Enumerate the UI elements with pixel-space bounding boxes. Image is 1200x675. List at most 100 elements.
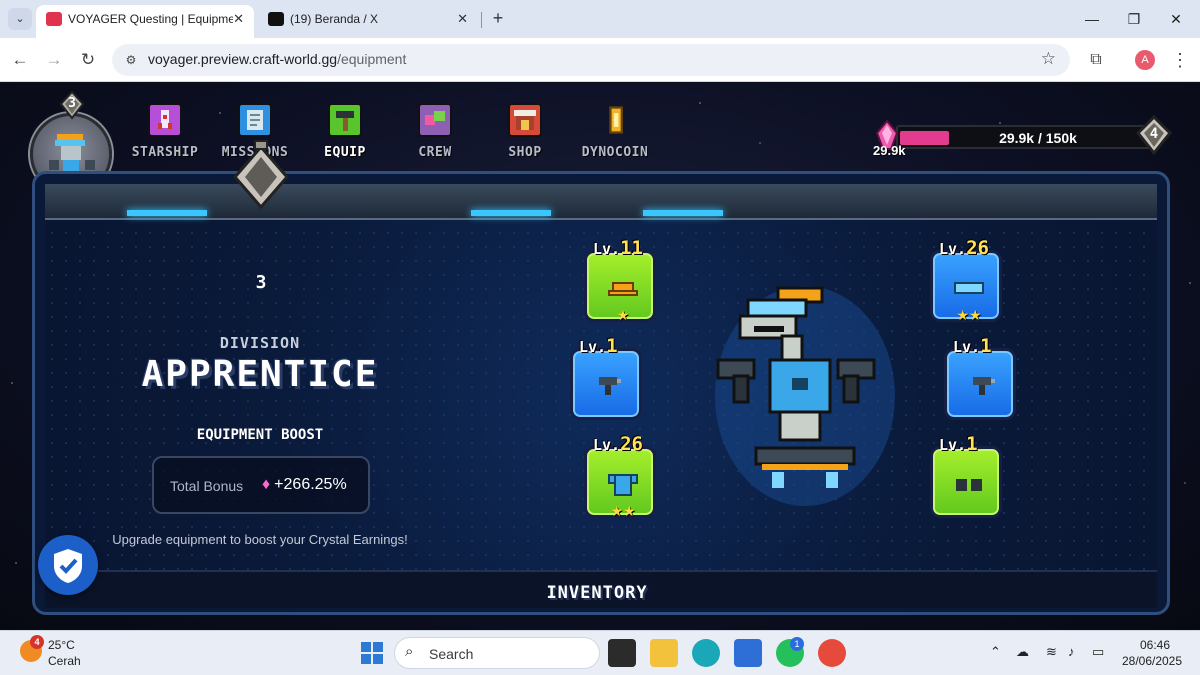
equip-slot-goggles[interactable]: Lv.26 ★★ — [930, 237, 1002, 323]
minimize-button[interactable]: — — [1072, 6, 1112, 32]
battery-icon[interactable]: ▭ — [1092, 644, 1104, 660]
drill-icon — [599, 377, 621, 395]
rarity-stars: ★ — [616, 307, 630, 323]
crystal-count: 29.9k — [873, 143, 906, 158]
nav-label: CREW — [418, 145, 452, 160]
file-explorer-icon[interactable] — [650, 639, 678, 667]
temperature: 25°C — [48, 638, 75, 652]
shirt-icon — [608, 474, 638, 496]
panel-top-rail — [45, 184, 1157, 220]
division-level: 3 — [255, 272, 267, 293]
next-level-number: 4 — [1149, 126, 1159, 142]
rail-light — [127, 210, 207, 216]
browser-tab-bar: ⌄ VOYAGER Questing | Equipment ✕ (19) Be… — [0, 0, 1200, 38]
nav-dynocoin[interactable]: DYNOCOIN — [573, 103, 657, 163]
url-text: voyager.preview.craft-world.gg/equipment — [148, 51, 407, 67]
helmet-icon — [608, 282, 638, 296]
new-tab-button[interactable]: + — [487, 8, 509, 30]
nav-equip[interactable]: EQUIP — [303, 103, 387, 163]
equip-slot-feet[interactable]: Lv.1 — [930, 433, 1002, 518]
notification-badge: 4 — [30, 635, 44, 649]
goggles-icon — [954, 282, 984, 294]
rail-light — [471, 210, 551, 216]
slot-level: Lv.1 — [579, 335, 618, 357]
voyager-favicon — [46, 12, 62, 26]
weather-description: Cerah — [48, 654, 81, 668]
nav-label: STARSHIP — [131, 145, 199, 160]
address-bar[interactable]: ⚙ voyager.preview.craft-world.gg/equipme… — [112, 44, 1070, 76]
nav-label: SHOP — [508, 145, 542, 160]
rail-light — [643, 210, 723, 216]
coin-icon — [598, 103, 632, 137]
crystal-progress-bar: 29.9k / 150k — [896, 125, 1152, 149]
shield-check-icon — [54, 549, 82, 583]
tab-voyager[interactable]: VOYAGER Questing | Equipment ✕ — [36, 5, 254, 38]
chrome-icon[interactable] — [818, 639, 846, 667]
rarity-stars: ★★ — [610, 503, 636, 519]
profile-avatar[interactable]: A — [1135, 50, 1155, 70]
tab-title: (19) Beranda / X — [290, 12, 379, 26]
rarity-stars: ★★ — [956, 307, 982, 323]
player-level: 3 — [68, 96, 76, 111]
tab-search-button[interactable]: ⌄ — [8, 8, 32, 30]
cloud-icon[interactable]: ☁ — [1016, 644, 1029, 660]
equip-slot-right-hand[interactable]: Lv.1 — [944, 335, 1016, 420]
division-label: DIVISION — [219, 334, 301, 352]
nav-label: EQUIP — [324, 145, 366, 160]
equipment-boost-title: EQUIPMENT BOOST — [196, 427, 324, 443]
total-bonus-label: Total Bonus — [170, 478, 244, 494]
nav-label: DYNOCOIN — [581, 145, 649, 160]
chevron-up-icon[interactable]: ⌃ — [990, 644, 1001, 660]
bookmark-star-icon[interactable]: ☆ — [1041, 49, 1056, 69]
edge-browser-icon[interactable] — [692, 639, 720, 667]
game-canvas: 3 STARSHIP MISSIONS EQUIP CREW SHOP DYNO… — [0, 83, 1200, 630]
division-name: APPRENTICE — [141, 354, 379, 395]
extensions-puzzle-icon[interactable]: ⧉ — [1084, 48, 1108, 72]
tab-divider — [481, 12, 482, 28]
more-menu-icon[interactable]: ⋮ — [1170, 48, 1190, 72]
windows-start-icon[interactable] — [358, 639, 386, 667]
forward-arrow-icon[interactable]: → — [42, 48, 66, 72]
search-icon: ⌕ — [405, 643, 414, 660]
slot-level: Lv.1 — [953, 335, 992, 357]
hammer-icon — [328, 103, 362, 137]
nav-shop[interactable]: SHOP — [483, 103, 567, 163]
equip-slot-left-hand[interactable]: Lv.1 — [570, 335, 642, 420]
reload-icon[interactable]: ↻ — [76, 48, 100, 72]
slot-level: Lv.26 — [593, 433, 643, 455]
shop-icon — [508, 103, 542, 137]
progress-text: 29.9k / 150k — [999, 130, 1077, 146]
tab-title: VOYAGER Questing | Equipment — [68, 12, 233, 26]
total-bonus-box: Total Bonus ♦ +266.25% — [152, 456, 370, 514]
division-badge-icon — [233, 140, 289, 210]
x-logo-icon — [268, 12, 284, 26]
wifi-icon[interactable]: ≋ — [1046, 644, 1057, 660]
inventory-tab[interactable]: INVENTORY — [497, 583, 697, 603]
dino-character — [715, 286, 895, 506]
shield-check-button[interactable] — [38, 535, 98, 595]
clock-time[interactable]: 06:46 — [1125, 638, 1185, 652]
close-icon[interactable]: ✕ — [233, 5, 244, 33]
crystal-icon: ♦ — [262, 476, 271, 493]
close-window-button[interactable]: ✕ — [1156, 6, 1196, 32]
clock-date[interactable]: 28/06/2025 — [1112, 654, 1192, 668]
close-icon[interactable]: ✕ — [457, 5, 468, 33]
slot-level: Lv.26 — [939, 237, 989, 259]
upgrade-hint: Upgrade equipment to boost your Crystal … — [112, 532, 408, 547]
total-bonus-value: ♦ +266.25% — [262, 476, 347, 493]
nav-crew[interactable]: CREW — [393, 103, 477, 163]
taskbar-search-input[interactable]: ⌕ Search — [394, 637, 600, 669]
equip-slot-body[interactable]: Lv.26 ★★ — [584, 433, 656, 519]
site-info-icon[interactable]: ⚙ — [122, 51, 140, 69]
nav-starship[interactable]: STARSHIP — [123, 103, 207, 163]
drill-icon — [973, 377, 995, 395]
boots-icon — [956, 479, 982, 491]
crew-icon — [418, 103, 452, 137]
back-arrow-icon[interactable]: ← — [8, 48, 32, 72]
store-icon[interactable] — [734, 639, 762, 667]
task-view-icon[interactable] — [608, 639, 636, 667]
tab-x[interactable]: (19) Beranda / X ✕ — [258, 5, 478, 38]
restore-button[interactable]: ❐ — [1114, 6, 1154, 32]
equip-slot-helmet[interactable]: Lv.11 ★ — [584, 237, 656, 323]
speaker-icon[interactable]: ♪ — [1068, 644, 1075, 659]
